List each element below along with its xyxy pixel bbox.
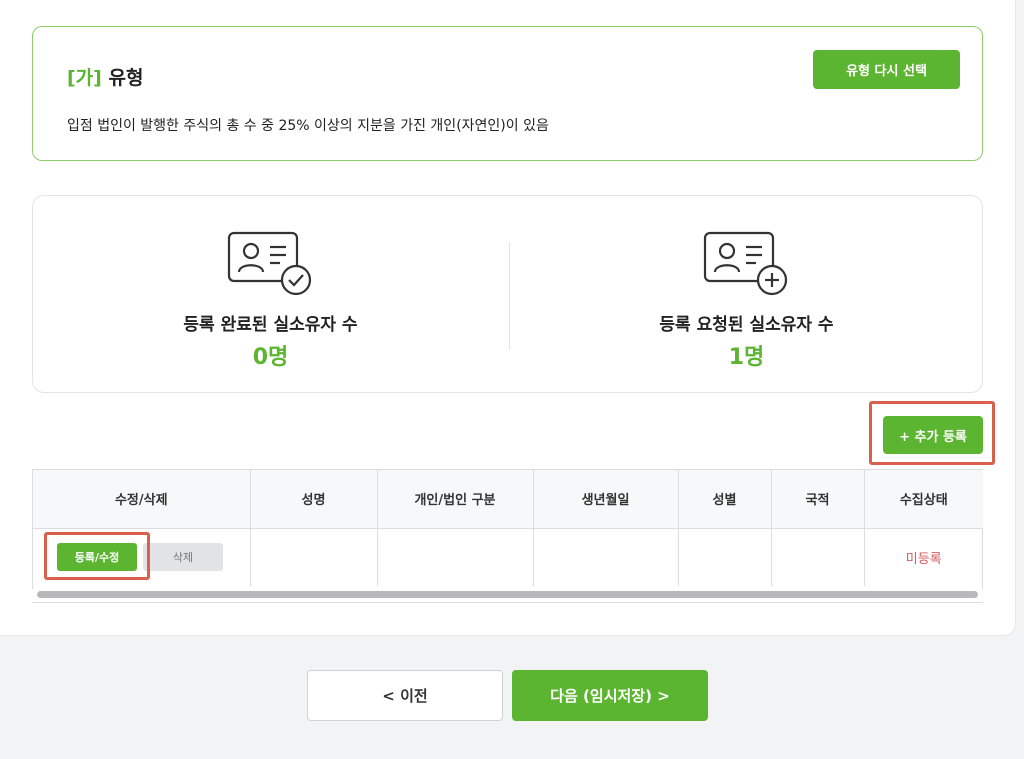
id-card-plus-icon — [703, 231, 787, 296]
header-edit-delete: 수정/삭제 — [33, 470, 251, 529]
content-panel: [가] 유형 유형 다시 선택 입점 법인이 발행한 주식의 총 수 중 25%… — [0, 0, 1016, 636]
cell-birth — [533, 528, 679, 586]
header-gender: 성별 — [678, 470, 772, 529]
type-description: 입점 법인이 발행한 주식의 총 수 중 25% 이상의 지분을 가진 개인(자… — [67, 118, 549, 134]
reselect-type-button[interactable]: 유형 다시 선택 — [813, 50, 960, 89]
prev-button[interactable]: < 이전 — [307, 670, 503, 721]
id-card-check-icon — [227, 231, 311, 296]
table-row: 등록/수정 삭제 미등록 — [33, 528, 983, 586]
add-owner-button[interactable]: + 추가 등록 — [883, 416, 983, 454]
stats-card: 등록 완료된 실소유자 수 0명 등록 요청된 실소유자 수 1명 — [32, 195, 983, 393]
status-badge: 미등록 — [905, 551, 942, 567]
type-title: [가] 유형 — [67, 63, 143, 90]
header-nationality: 국적 — [771, 470, 865, 529]
cell-gender — [678, 528, 772, 586]
owners-table: 수정/삭제 성명 개인/법인 구분 생년월일 성별 국적 수집상태 등록/수정 삭… — [32, 469, 983, 603]
stat-registered: 등록 완료된 실소유자 수 0명 — [33, 196, 508, 394]
stat-registered-label: 등록 완료된 실소유자 수 — [183, 315, 358, 335]
cell-actions: 등록/수정 삭제 — [33, 528, 251, 586]
cell-kind — [377, 528, 534, 586]
stat-requested: 등록 요청된 실소유자 수 1명 — [509, 196, 984, 394]
next-save-button[interactable]: 다음 (임시저장) > — [512, 670, 708, 721]
stat-requested-value: 1명 — [728, 345, 765, 370]
stat-requested-label: 등록 요청된 실소유자 수 — [659, 315, 834, 335]
edit-register-button[interactable]: 등록/수정 — [57, 543, 137, 572]
stat-registered-value: 0명 — [252, 345, 289, 370]
type-card: [가] 유형 유형 다시 선택 입점 법인이 발행한 주식의 총 수 중 25%… — [32, 26, 983, 161]
table-horizontal-scrollbar[interactable] — [32, 589, 983, 602]
type-tag: [가] — [67, 67, 102, 89]
header-name: 성명 — [250, 470, 378, 529]
type-title-text: 유형 — [108, 67, 144, 89]
scrollbar-thumb[interactable] — [37, 591, 978, 598]
delete-button[interactable]: 삭제 — [143, 543, 223, 572]
cell-status: 미등록 — [864, 528, 983, 586]
header-kind: 개인/법인 구분 — [377, 470, 534, 529]
cell-nationality — [771, 528, 865, 586]
cell-name — [250, 528, 378, 586]
header-birth: 생년월일 — [533, 470, 679, 529]
table-header-row: 수정/삭제 성명 개인/법인 구분 생년월일 성별 국적 수집상태 — [33, 470, 983, 529]
header-status: 수집상태 — [864, 470, 983, 529]
